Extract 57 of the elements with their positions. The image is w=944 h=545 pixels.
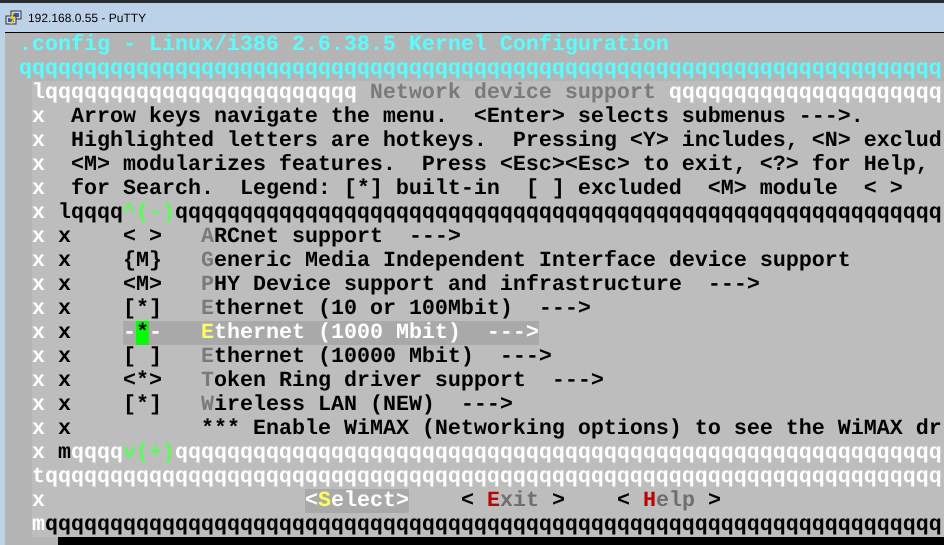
border-line: x bbox=[32, 153, 45, 177]
border-line: x bbox=[32, 273, 45, 297]
border-line: x bbox=[58, 417, 71, 441]
border-line: x bbox=[58, 249, 71, 273]
border-line: qqqqqqqqqqqqqqqqqqqqqqqqqqqqqqqqqqqqqqqqqqqqqqqqqqqqqqqqqqq bbox=[174, 441, 942, 465]
border-line: x bbox=[32, 489, 45, 513]
menu-item[interactable]: <*> Token Ring driver support ---> bbox=[123, 369, 604, 393]
border-line: x bbox=[32, 225, 45, 249]
border-line: x bbox=[58, 369, 71, 393]
dialog-button[interactable]: < Help > bbox=[616, 489, 721, 513]
border-line: x bbox=[32, 249, 45, 273]
border-line: x bbox=[32, 345, 45, 369]
help-text: Highlighted letters are hotkeys. Pressing <Y> includes, <N> exclud bbox=[71, 129, 942, 153]
border-line: x bbox=[32, 201, 45, 225]
border-line: lqqqq bbox=[58, 201, 123, 225]
title-rule: qqqqqqqqqqqqqqqqqqqqqqqqqqqqqqqqqqqqqqqqqqqqqqqqqqqqqqqqqqqqqqqqqqqqqqq bbox=[19, 57, 942, 81]
help-text: <M> modularizes features. Press <Esc><Esc> to exit, <?> for Help, bbox=[71, 153, 929, 177]
border-line: qqqq bbox=[71, 441, 123, 465]
menu-item[interactable]: [ ] Ethernet (10000 Mbit) ---> bbox=[123, 345, 552, 369]
menu-item[interactable]: [*] Wireless LAN (NEW) ---> bbox=[123, 393, 513, 417]
border-line: m bbox=[58, 441, 71, 465]
border-line: x bbox=[32, 417, 45, 441]
menu-item[interactable]: <M> PHY Device support and infrastructure ---> bbox=[123, 273, 760, 297]
help-text: Arrow keys navigate the menu. <Enter> selects submenus --->. bbox=[71, 105, 864, 129]
dialog-title: Network device support bbox=[370, 81, 656, 105]
menu-comment: *** Enable WiMAX (Networking options) to see the WiMAX dr bbox=[201, 417, 942, 441]
border-line: x bbox=[32, 177, 45, 201]
menu-item[interactable]: [*] Ethernet (10 or 100Mbit) ---> bbox=[123, 297, 591, 321]
border-line: x bbox=[58, 393, 71, 417]
border-line: tqqqqqqqqqqqqqqqqqqqqqqqqqqqqqqqqqqqqqqqqqqqqqqqqqqqqqqqqqqqqqqqqqqqqq bbox=[32, 465, 942, 489]
border-line: x bbox=[58, 225, 71, 249]
border-line: x bbox=[32, 369, 45, 393]
help-text: for Search. Legend: [*] built-in [ ] excluded <M> module < > bbox=[71, 177, 903, 201]
menu-item[interactable]: -*- Ethernet (1000 Mbit) ---> bbox=[123, 321, 539, 345]
border-line: x bbox=[32, 297, 45, 321]
computer-icon bbox=[5, 10, 22, 26]
border-line: x bbox=[58, 273, 71, 297]
border-line: qqqqqqqqqqqqqqqqqqqqqqqqqqqqqqqqqqqqqqqqqqqqqqqqqqqqqqqqqqq bbox=[174, 201, 942, 225]
menu-item[interactable]: < > ARCnet support ---> bbox=[123, 225, 461, 249]
menu-item[interactable]: {M} Generic Media Independent Interface device support bbox=[123, 249, 851, 273]
border-line: x bbox=[58, 321, 71, 345]
border-line: m bbox=[32, 513, 45, 537]
border-line: x bbox=[32, 441, 45, 465]
border-line: x bbox=[58, 345, 71, 369]
border-line: lqqqqqqqqqqqqqqqqqqqqqqqq bbox=[32, 81, 357, 105]
screen-title: .config - Linux/i386 2.6.38.5 Kernel Configuration bbox=[19, 33, 669, 57]
border-line: x bbox=[32, 393, 45, 417]
scroll-indicator: v(+) bbox=[122, 441, 175, 465]
border-line: qqqqqqqqqqqqqqqqqqqqq bbox=[668, 81, 942, 105]
border-line: qqqqqqqqqqqqqqqqqqqqqqqqqqqqqqqqqqqqqqqqqqqqqqqqqqqqqqqqqqqqqqqqqqqqq bbox=[45, 513, 942, 537]
border-line: x bbox=[32, 321, 45, 345]
scroll-indicator: ^(-) bbox=[122, 201, 175, 225]
border-line: x bbox=[58, 297, 71, 321]
border-line: x bbox=[32, 105, 45, 129]
border-line: x bbox=[32, 129, 45, 153]
dialog-button[interactable]: < Exit > bbox=[460, 489, 565, 513]
window-title: 192.168.0.55 - PuTTY bbox=[28, 10, 146, 26]
